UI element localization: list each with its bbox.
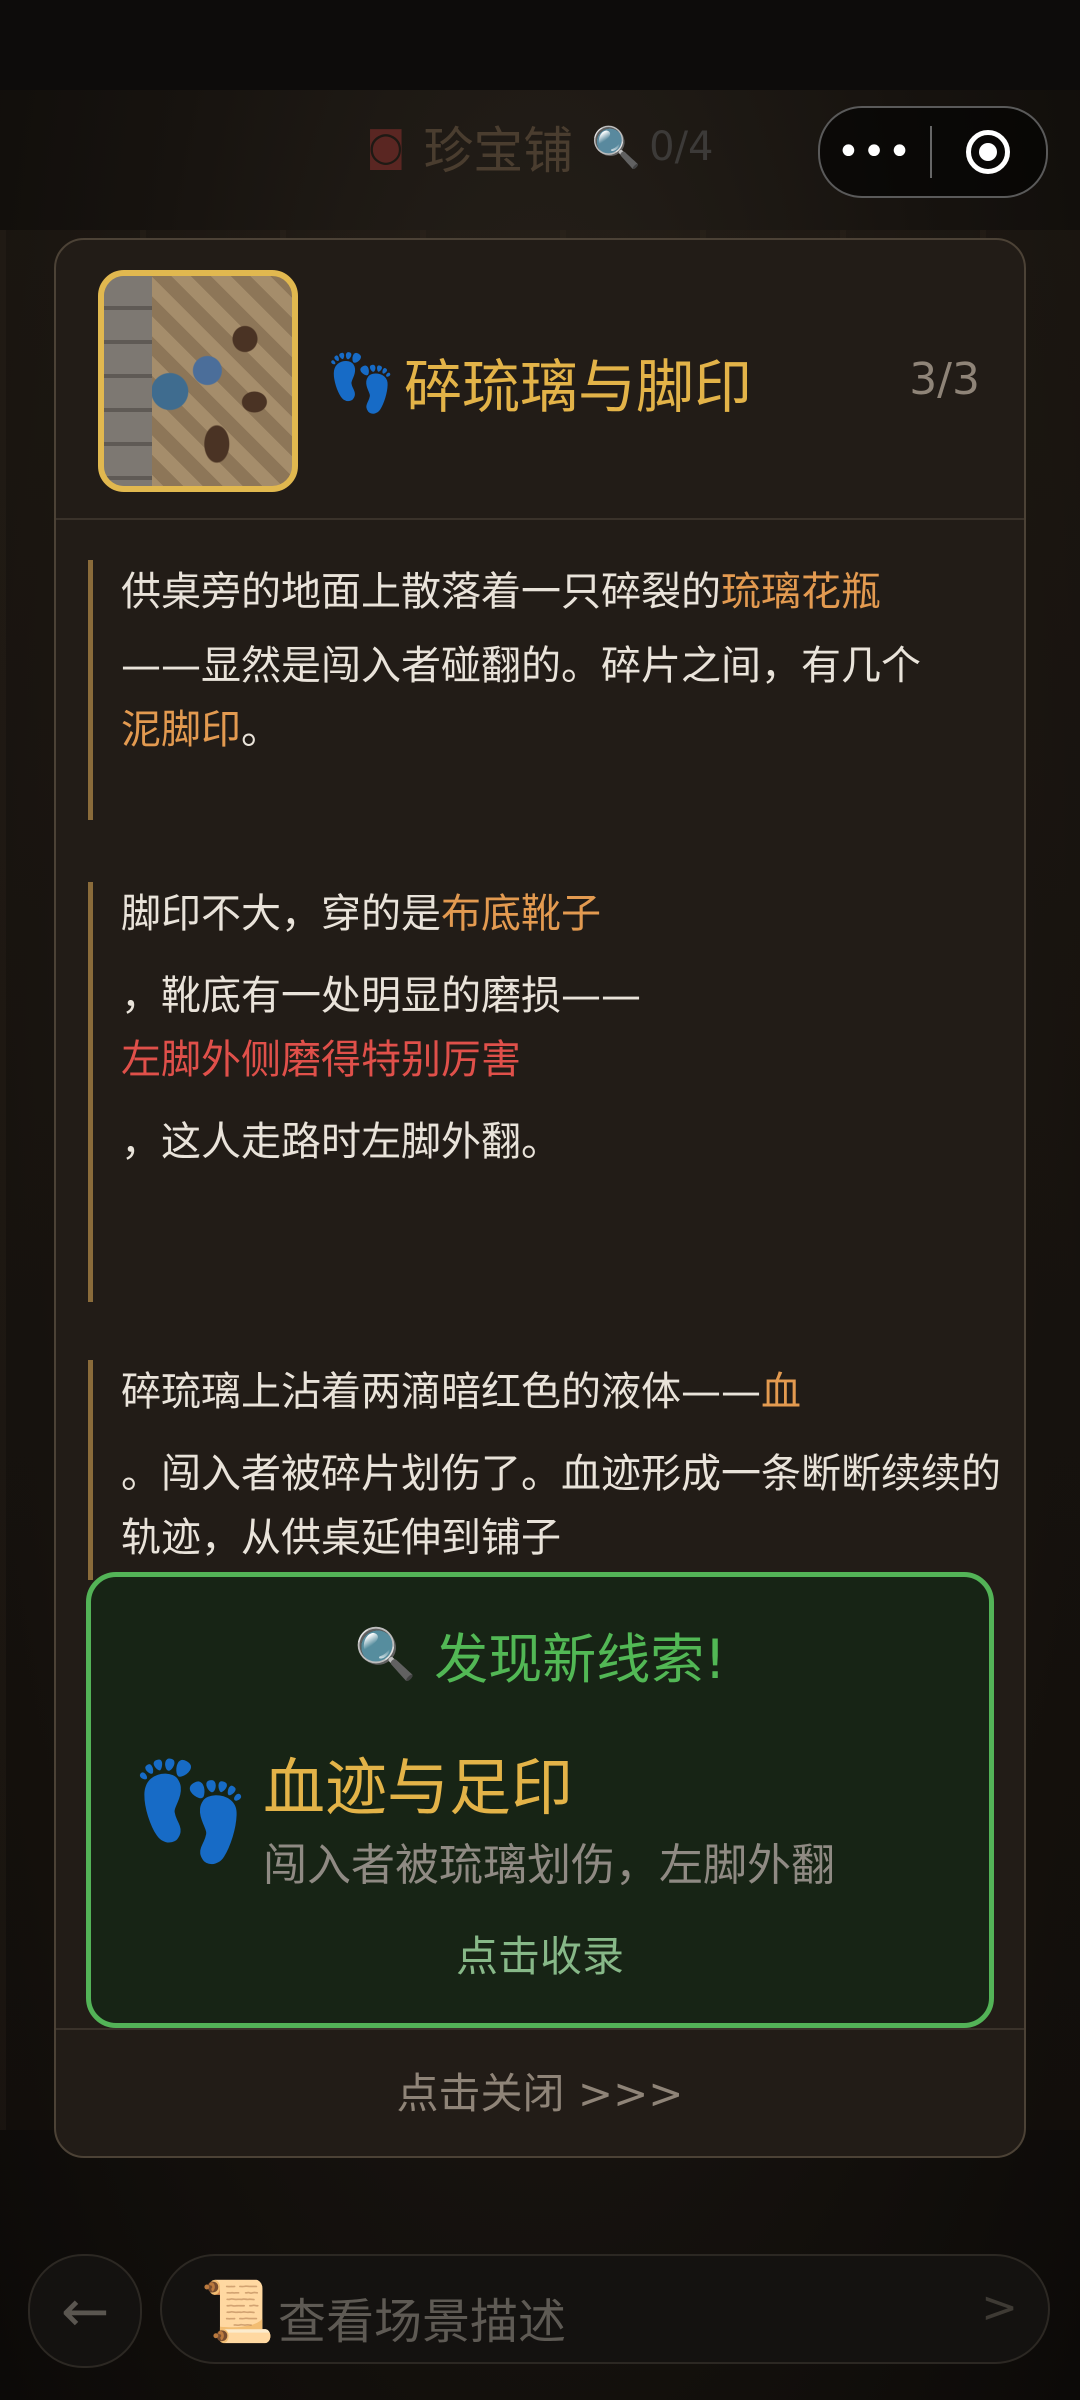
para-text: ，这人走路时左脚外翻。 (121, 1119, 561, 1165)
collect-clue-button[interactable]: 点击收录 (91, 1923, 989, 1984)
para-text: 。闯入者被碎片划伤了。血迹形成一条断断续续的轨迹，从供桌延伸到铺子 (121, 1451, 1001, 1561)
clue-paragraph-1: 供桌旁的地面上散落着一只碎裂的琉璃花瓶 ——显然是闯入者碰翻的。碎片之间，有几个… (88, 560, 1001, 820)
new-clue-title: 血迹与足印 (263, 1751, 574, 1824)
target-icon[interactable] (966, 130, 1010, 174)
footprints-icon: 👣 (326, 351, 396, 416)
para-text: 。 (241, 707, 281, 753)
highlight-keyword: 布底靴子 (441, 891, 601, 937)
clue-paragraph-3: 碎琉璃上沾着两滴暗红色的液体——血 。闯入者被碎片划伤了。血迹形成一条断断续续的… (88, 1360, 1001, 1580)
clue-title: 碎琉璃与脚印 (404, 353, 753, 421)
clue-progress: 3/3 (909, 354, 980, 405)
more-dots-icon[interactable]: ••• (820, 129, 930, 175)
scroll-icon: 📜 (200, 2277, 275, 2347)
header-divider (56, 518, 1024, 520)
para-text: 供桌旁的地面上散落着一只碎裂的 (121, 569, 721, 615)
capsule-divider (930, 126, 932, 178)
miniprogram-capsule: ••• (818, 106, 1048, 198)
new-clue-header: 🔍 发现新线索! (91, 1615, 989, 1694)
highlight-key-fact: 左脚外侧磨得特别厉害 (121, 1037, 521, 1083)
mask-icon: ◙ (366, 124, 406, 170)
highlight-keyword: 琉璃花瓶 (721, 569, 881, 615)
para-text: ，靴底有一处明显的磨损—— (121, 973, 641, 1019)
highlight-keyword: 血 (761, 1369, 801, 1415)
clue-paragraph-2: 脚印不大，穿的是布底靴子 ，靴底有一处明显的磨损—— 左脚外侧磨得特别厉害 ，这… (88, 882, 1001, 1302)
view-scene-description-button[interactable]: 📜 查看场景描述 > (160, 2254, 1050, 2364)
magnifier-icon: 🔍 (354, 1625, 417, 1683)
scene-title: 珍宝铺 (423, 122, 574, 180)
highlight-keyword: 泥脚印 (121, 707, 241, 753)
para-text: ——显然是闯入者碰翻的。碎片之间，有几个 (121, 643, 921, 689)
magnifier-icon: 🔍 (591, 124, 642, 171)
new-clue-popup[interactable]: 🔍 发现新线索! 👣 血迹与足印 闯入者被琉璃划伤，左脚外翻 点击收录 (86, 1572, 994, 2028)
para-text: 脚印不大，穿的是 (121, 891, 441, 937)
footer-divider (56, 2028, 1024, 2030)
new-clue-description: 闯入者被琉璃划伤，左脚外翻 (263, 1840, 835, 1891)
back-arrow-icon[interactable]: ← (28, 2254, 142, 2368)
chevron-right-icon: > (981, 2282, 1018, 2333)
footprints-icon: 👣 (131, 1755, 251, 1867)
para-text: 碎琉璃上沾着两滴暗红色的液体—— (121, 1369, 761, 1415)
clue-thumbnail (98, 270, 298, 492)
scene-description-label: 查看场景描述 (278, 2294, 567, 2350)
clue-counter: 🔍 0/4 (591, 124, 713, 171)
clue-count-text: 0/4 (649, 124, 714, 170)
close-modal-button[interactable]: 点击关闭 >>> (56, 2060, 1024, 2124)
new-clue-heading: 发现新线索! (434, 1628, 726, 1691)
